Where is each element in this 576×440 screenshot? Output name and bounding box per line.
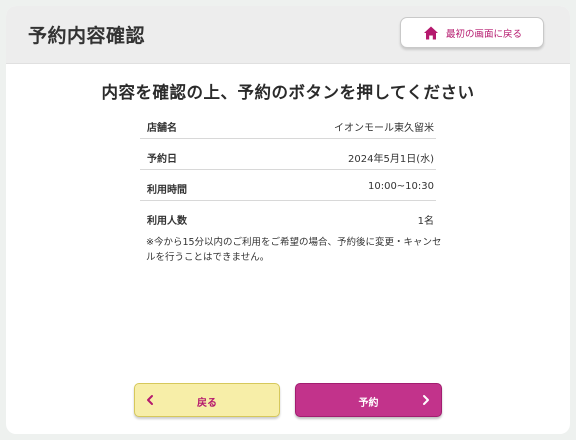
back-button-label: 戻る <box>197 398 217 409</box>
chevron-right-icon <box>423 395 429 405</box>
detail-value: イオンモール東久留米 <box>334 123 434 134</box>
home-icon <box>424 26 438 40</box>
instruction-text: 内容を確認の上、予約のボタンを押してください <box>101 83 475 102</box>
back-button[interactable]: 戻る <box>134 383 280 417</box>
detail-row-date: 予約日 2024年5月1日(水) <box>140 139 436 170</box>
reservation-details: 店舗名 イオンモール東久留米 予約日 2024年5月1日(水) 利用時間 10:… <box>140 108 436 231</box>
detail-label: 予約日 <box>147 154 177 165</box>
header-bar: 予約内容確認 最初の画面に戻る <box>6 6 570 64</box>
detail-value: 2024年5月1日(水) <box>348 154 434 165</box>
detail-row-store: 店舗名 イオンモール東久留米 <box>140 108 436 139</box>
detail-row-time: 利用時間 10:00~10:30 <box>140 170 436 201</box>
detail-label: 店舗名 <box>147 123 177 134</box>
reserve-button[interactable]: 予約 <box>295 383 442 417</box>
detail-label: 利用時間 <box>147 185 187 196</box>
detail-row-people: 利用人数 1名 <box>140 201 436 231</box>
notice-text: ※今から15分以内のご利用をご希望の場合、予約後に変更・キャンセルを行うことはで… <box>146 237 442 263</box>
page-title: 予約内容確認 <box>28 25 146 47</box>
detail-label: 利用人数 <box>147 216 187 227</box>
detail-value: 1名 <box>417 216 434 227</box>
detail-value: 10:00~10:30 <box>367 181 434 192</box>
app-frame: 予約内容確認 最初の画面に戻る 内容を確認の上、予約のボタンを押してください 店… <box>6 6 570 434</box>
return-home-label: 最初の画面に戻る <box>446 29 523 40</box>
return-home-button[interactable]: 最初の画面に戻る <box>400 17 544 48</box>
